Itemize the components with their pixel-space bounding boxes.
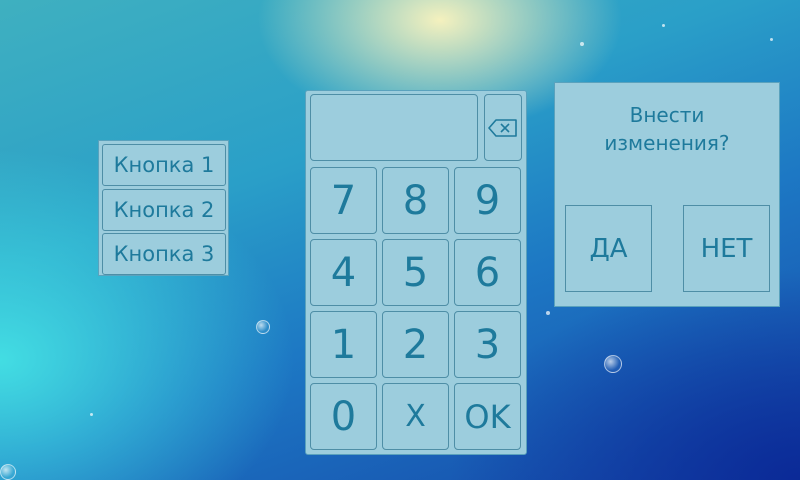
key-6[interactable]: 6: [454, 239, 521, 306]
background-sparkle: [546, 311, 550, 315]
key-4[interactable]: 4: [310, 239, 377, 306]
key-7[interactable]: 7: [310, 167, 377, 234]
key-1[interactable]: 1: [310, 311, 377, 378]
background-sparkle: [90, 413, 93, 416]
background-sparkle: [662, 24, 665, 27]
key-ok[interactable]: OK: [454, 383, 521, 450]
key-5[interactable]: 5: [382, 239, 449, 306]
yes-button[interactable]: ДА: [565, 205, 652, 292]
dialog-message-line-1: Внести: [629, 103, 705, 127]
dialog-message-line-2: изменения?: [604, 131, 730, 155]
background-bubble: [0, 464, 16, 480]
menu-button-3[interactable]: Кнопка 3: [102, 233, 226, 275]
no-button[interactable]: НЕТ: [683, 205, 770, 292]
confirm-dialog: Внести изменения? ДА НЕТ: [554, 82, 780, 307]
keypad-display[interactable]: [310, 94, 478, 161]
numeric-keypad: 7 8 9 4 5 6 1 2 3 0 X OK: [305, 90, 527, 455]
key-3[interactable]: 3: [454, 311, 521, 378]
key-clear[interactable]: X: [382, 383, 449, 450]
background-bubble: [256, 320, 270, 334]
background-bubble: [604, 355, 622, 373]
key-2[interactable]: 2: [382, 311, 449, 378]
background-sparkle: [580, 42, 584, 46]
key-9[interactable]: 9: [454, 167, 521, 234]
key-8[interactable]: 8: [382, 167, 449, 234]
dialog-message: Внести изменения?: [555, 101, 779, 157]
background-sparkle: [770, 38, 773, 41]
key-0[interactable]: 0: [310, 383, 377, 450]
backspace-button[interactable]: [484, 94, 522, 161]
button-menu-panel: Кнопка 1 Кнопка 2 Кнопка 3: [98, 140, 229, 276]
backspace-icon: [488, 118, 517, 137]
menu-button-1[interactable]: Кнопка 1: [102, 144, 226, 186]
menu-button-2[interactable]: Кнопка 2: [102, 189, 226, 231]
